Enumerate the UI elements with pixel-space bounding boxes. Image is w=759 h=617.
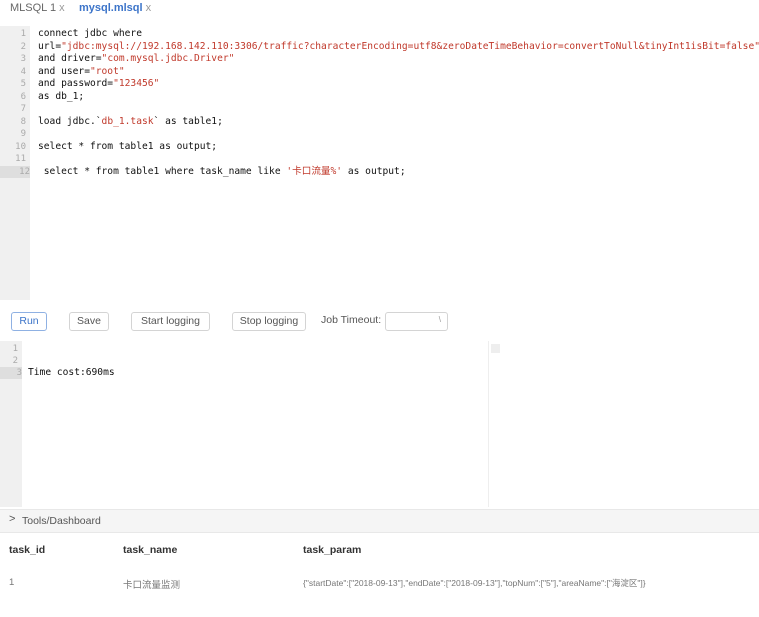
line-number: 1 <box>20 29 26 39</box>
line-number: 6 <box>20 91 26 102</box>
line-number: 3 <box>20 54 26 64</box>
code-token: select * from table1 where task_name lik… <box>38 165 287 177</box>
string-token: "root" <box>89 65 125 77</box>
code-line: select * from table1 as output; <box>38 141 217 153</box>
output-line: Time cost:690ms <box>28 367 115 378</box>
code-line: and password="123456" <box>38 78 159 90</box>
code-editor[interactable]: 1 2 3 4 5 6 7 8 9 10 11 12 connect jdbc where url="j… <box>0 26 759 300</box>
code-token: as output; <box>342 165 406 177</box>
string-token: "jdbc:mysql://192.168.142.110:3306/traff… <box>61 40 759 52</box>
code-token: as db_1; <box>38 90 85 102</box>
code-line: load jdbc.`db_1.task` as table1; <box>38 116 223 128</box>
code-line: url="jdbc:mysql://192.168.142.110:3306/t… <box>38 41 759 53</box>
column-header-task-id: task_id <box>9 544 46 556</box>
code-token: and user= <box>38 65 90 77</box>
line-number: 5 <box>20 79 26 89</box>
code-token: url= <box>38 40 62 52</box>
code-token: and password= <box>38 78 114 89</box>
line-number: 2 <box>12 356 18 366</box>
line-number: 10 <box>15 141 26 152</box>
code-line: connect jdbc where <box>38 28 142 40</box>
code-line: as db_1; <box>38 91 84 103</box>
string-token: "com.mysql.jdbc.Driver" <box>101 53 235 64</box>
column-header-task-name: task_name <box>123 544 178 556</box>
code-line: select * from table1 where task_name lik… <box>38 166 406 178</box>
close-icon[interactable]: x <box>59 2 65 14</box>
line-number: 2 <box>20 41 26 52</box>
cell-task-id: 1 <box>9 577 15 588</box>
stop-logging-button[interactable]: Stop logging <box>232 312 306 331</box>
cell-task-name: 卡口流量监测 <box>123 580 181 591</box>
line-number: 1 <box>12 344 18 354</box>
breadcrumb[interactable]: > Tools/Dashboard <box>0 509 759 533</box>
line-number: 12 <box>0 165 30 178</box>
tab-label: mysql.mlsql <box>79 2 143 14</box>
code-token: ` as table1; <box>153 115 223 127</box>
code-line: and user="root" <box>38 66 125 78</box>
job-timeout-select[interactable]: \ <box>385 312 448 331</box>
result-table: task_id task_name task_param 1 卡口流量监测 {"… <box>0 533 759 617</box>
output-line-gutter: 1 23 <box>0 341 22 507</box>
close-icon[interactable]: x <box>146 2 152 14</box>
code-token: and driver= <box>38 53 102 64</box>
save-button[interactable]: Save <box>69 312 109 331</box>
panel-divider <box>488 341 489 507</box>
cell-task-param: {"startDate":["2018-09-13"],"endDate":["… <box>303 578 646 588</box>
line-number: 9 <box>20 129 26 139</box>
line-number: 4 <box>20 66 26 77</box>
code-token: connect jdbc where <box>38 28 142 39</box>
string-token: '卡口流量%' <box>286 165 343 177</box>
chevron-right-icon: > <box>9 513 16 525</box>
line-number: 3 <box>0 367 22 379</box>
string-token: db_1.task <box>101 115 154 127</box>
output-console[interactable]: 1 23 Time cost:690ms <box>0 341 759 507</box>
scroll-thumb[interactable] <box>491 344 500 353</box>
tab-mysql-mlsql[interactable]: mysql.mlsql x <box>79 2 151 14</box>
breadcrumb-label: Tools/Dashboard <box>22 515 101 527</box>
code-token: select * from table1 as output; <box>38 140 218 152</box>
chevron-down-icon: \ <box>438 315 441 324</box>
tab-mlsql-1[interactable]: MLSQL 1x <box>10 2 65 14</box>
code-token: load jdbc.` <box>38 115 102 127</box>
line-number: 7 <box>20 104 26 114</box>
code-line: and driver="com.mysql.jdbc.Driver" <box>38 53 234 65</box>
toolbar: Run Save Start logging Stop logging Job … <box>0 312 759 334</box>
string-token: "123456" <box>113 78 160 89</box>
line-number-gutter: 1 2 3 4 5 6 7 8 9 10 11 12 <box>0 26 30 300</box>
line-number: 8 <box>20 116 26 127</box>
start-logging-button[interactable]: Start logging <box>131 312 210 331</box>
tab-label: MLSQL 1 <box>10 2 57 14</box>
line-number: 11 <box>15 154 26 164</box>
column-header-task-param: task_param <box>303 544 362 556</box>
run-button[interactable]: Run <box>11 312 47 331</box>
editor-tabs: MLSQL 1x mysql.mlsql x <box>0 0 759 22</box>
job-timeout-label: Job Timeout: <box>321 314 382 326</box>
